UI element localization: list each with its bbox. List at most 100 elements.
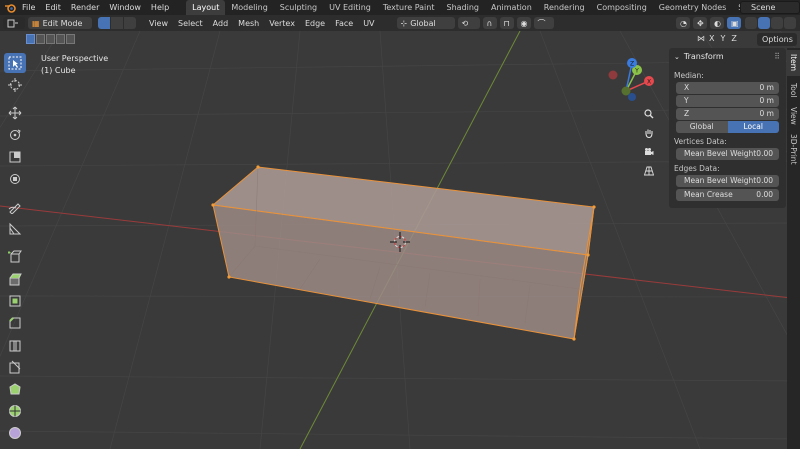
perspective-toggle-button[interactable] xyxy=(642,164,656,178)
menu-render[interactable]: Render xyxy=(66,0,104,15)
global-button[interactable]: Global xyxy=(676,121,728,133)
transform-tool[interactable] xyxy=(4,169,26,189)
bevel-tool[interactable] xyxy=(4,313,26,333)
menu-file[interactable]: File xyxy=(17,0,40,15)
tab-item[interactable]: Item xyxy=(787,50,800,76)
top-menu-bar: File Edit Render Window Help Layout Mode… xyxy=(0,0,800,15)
vertex-bevel-weight-field[interactable]: Mean Bevel Weight 0.00 xyxy=(676,148,779,160)
smooth-tool[interactable] xyxy=(4,423,26,443)
tab-shading[interactable]: Shading xyxy=(440,0,485,15)
visibility-toggle[interactable]: ◔ xyxy=(676,17,690,29)
add-cube-tool[interactable] xyxy=(4,247,26,267)
knife-tool[interactable] xyxy=(4,357,26,377)
tab-view[interactable]: View xyxy=(787,104,800,128)
proportional-falloff-selector[interactable]: ⌒ xyxy=(533,17,554,29)
scene-selector[interactable]: Scene xyxy=(740,1,800,14)
transform-panel-header[interactable]: ⌄ Transform xyxy=(674,52,724,61)
tab-uv-editing[interactable]: UV Editing xyxy=(323,0,377,15)
local-button[interactable]: Local xyxy=(727,121,779,133)
mode-selector[interactable]: ▦ Edit Mode xyxy=(28,17,92,29)
edge-bevel-weight-field[interactable]: Mean Bevel Weight 0.00 xyxy=(676,175,779,187)
proportional-edit-toggle[interactable]: ◉ xyxy=(516,17,531,29)
zoom-button[interactable] xyxy=(642,107,656,121)
transform-orientation-selector[interactable]: ⊹ Global xyxy=(396,17,455,29)
solid-shading-button[interactable] xyxy=(758,17,770,29)
tab-texture-paint[interactable]: Texture Paint xyxy=(377,0,441,15)
z-label: Z xyxy=(684,109,690,118)
poly-build-icon xyxy=(9,383,21,395)
blender-logo-icon[interactable] xyxy=(3,2,17,14)
menu-uv[interactable]: UV xyxy=(358,19,379,28)
drag-handle-icon[interactable]: ⠿ xyxy=(774,52,780,61)
add-cube-icon xyxy=(8,250,22,263)
edge-select-button[interactable] xyxy=(111,17,123,29)
select-subtract-button[interactable] xyxy=(46,34,55,44)
tab-modeling[interactable]: Modeling xyxy=(225,0,273,15)
options-dropdown[interactable]: Options xyxy=(757,33,797,46)
tab-geometry-nodes[interactable]: Geometry Nodes xyxy=(653,0,732,15)
xray-toggle[interactable]: ▣ xyxy=(727,17,741,29)
snap-toggle[interactable]: ∩ xyxy=(482,17,497,29)
mirror-x-toggle[interactable]: X xyxy=(707,34,716,43)
extrude-tool[interactable] xyxy=(4,269,26,289)
annotate-tool[interactable] xyxy=(4,197,26,217)
camera-icon xyxy=(645,148,654,155)
tab-compositing[interactable]: Compositing xyxy=(591,0,653,15)
selection-mode-buttons xyxy=(26,34,75,44)
overlay-toggle[interactable]: ◐ xyxy=(710,17,724,29)
mean-crease-field[interactable]: Mean Crease 0.00 xyxy=(676,189,779,201)
select-extend-button[interactable] xyxy=(36,34,45,44)
median-x-field[interactable]: X 0 m xyxy=(676,82,779,94)
scale-tool[interactable] xyxy=(4,147,26,167)
face-select-button[interactable] xyxy=(124,17,136,29)
menu-face[interactable]: Face xyxy=(330,19,358,28)
bevel-icon xyxy=(9,317,21,329)
menu-mesh[interactable]: Mesh xyxy=(233,19,264,28)
loop-cut-tool[interactable] xyxy=(4,335,26,355)
pan-button[interactable] xyxy=(642,126,656,140)
menu-edge[interactable]: Edge xyxy=(300,19,330,28)
menu-window[interactable]: Window xyxy=(104,0,146,15)
cursor-tool[interactable] xyxy=(4,75,26,95)
menu-add[interactable]: Add xyxy=(208,19,234,28)
median-z-field[interactable]: Z 0 m xyxy=(676,108,779,120)
select-box-tool[interactable] xyxy=(4,53,26,73)
move-tool[interactable] xyxy=(4,103,26,123)
select-intersect-button[interactable] xyxy=(66,34,75,44)
menu-edit[interactable]: Edit xyxy=(40,0,66,15)
gizmo-toggle[interactable]: ✥ xyxy=(693,17,707,29)
tab-layout[interactable]: Layout xyxy=(186,0,226,15)
gizmo-y-label: Y xyxy=(634,68,639,75)
navigation-gizmo[interactable]: X Y Z xyxy=(604,55,660,111)
tab-sculpting[interactable]: Sculpting xyxy=(274,0,323,15)
menu-view[interactable]: View xyxy=(144,19,173,28)
snap-target-selector[interactable]: ⊓ xyxy=(499,17,514,29)
wireframe-shading-button[interactable] xyxy=(745,17,757,29)
menu-help[interactable]: Help xyxy=(146,0,174,15)
x-label: X xyxy=(684,83,690,92)
menu-vertex[interactable]: Vertex xyxy=(264,19,300,28)
pivot-point-selector[interactable]: ⟲ xyxy=(457,17,480,29)
median-y-field[interactable]: Y 0 m xyxy=(676,95,779,107)
vertex-select-button[interactable] xyxy=(98,17,110,29)
tab-animation[interactable]: Animation xyxy=(485,0,538,15)
select-new-button[interactable] xyxy=(26,34,35,44)
editor-type-icon xyxy=(7,19,18,27)
tab-tool[interactable]: Tool xyxy=(787,78,800,102)
edge-slide-tool[interactable] xyxy=(4,445,26,449)
tab-3d-print[interactable]: 3D-Print xyxy=(787,130,800,168)
poly-build-tool[interactable] xyxy=(4,379,26,399)
rotate-tool[interactable] xyxy=(4,125,26,145)
tab-rendering[interactable]: Rendering xyxy=(538,0,591,15)
select-invert-button[interactable] xyxy=(56,34,65,44)
mirror-y-toggle[interactable]: Y xyxy=(718,34,727,43)
camera-view-button[interactable] xyxy=(642,145,656,159)
rendered-shading-button[interactable] xyxy=(784,17,796,29)
menu-select[interactable]: Select xyxy=(173,19,208,28)
mirror-z-toggle[interactable]: Z xyxy=(729,34,738,43)
inset-tool[interactable] xyxy=(4,291,26,311)
editor-type-button[interactable] xyxy=(3,17,25,29)
measure-tool[interactable] xyxy=(4,219,26,239)
spin-tool[interactable] xyxy=(4,401,26,421)
material-shading-button[interactable] xyxy=(771,17,783,29)
